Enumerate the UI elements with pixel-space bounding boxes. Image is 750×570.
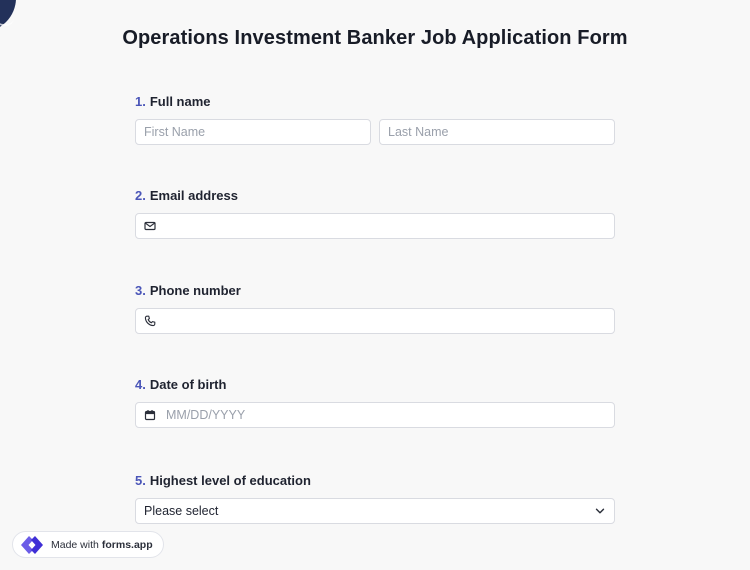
email-input[interactable] [135, 213, 615, 239]
chevron-down-icon [594, 505, 606, 517]
question-email: 2. Email address [135, 187, 615, 239]
made-with-badge[interactable]: Made with forms.app [12, 531, 164, 558]
question-phone: 3. Phone number [135, 282, 615, 334]
date-of-birth-input[interactable]: MM/DD/YYYY [135, 402, 615, 428]
question-text: Highest level of education [149, 473, 311, 488]
phone-icon [144, 315, 156, 327]
date-placeholder: MM/DD/YYYY [166, 408, 246, 422]
question-label: 3. Phone number [135, 282, 615, 300]
last-name-placeholder: Last Name [388, 125, 449, 139]
question-label: 1. Full name [135, 93, 615, 111]
question-number: 4. [135, 377, 146, 392]
education-selected-value: Please select [144, 504, 219, 518]
envelope-icon [144, 220, 156, 232]
question-text: Email address [149, 188, 238, 203]
question-education: 5. Highest level of education Please sele… [135, 472, 615, 524]
question-text: Full name [149, 94, 211, 109]
question-date-of-birth: 4. Date of birth MM/DD/YYYY [135, 376, 615, 428]
page-title: Operations Investment Banker Job Applica… [122, 27, 628, 49]
first-name-placeholder: First Name [144, 125, 206, 139]
question-number: 1. [135, 94, 146, 109]
calendar-icon [144, 409, 156, 421]
badge-brand: forms.app [101, 538, 153, 551]
question-number: 5. [135, 473, 146, 488]
question-full-name: 1. Full name First Name Last Name [135, 93, 615, 145]
last-name-input[interactable]: Last Name [379, 119, 615, 145]
question-text: Phone number [149, 283, 241, 298]
question-label: 4. Date of birth [135, 376, 615, 394]
question-number: 3. [135, 283, 146, 298]
first-name-input[interactable]: First Name [135, 119, 371, 145]
forms-app-logo-icon [19, 534, 45, 556]
question-text: Date of birth [149, 377, 227, 392]
education-select[interactable]: Please select [135, 498, 615, 524]
question-label: 5. Highest level of education [135, 472, 615, 490]
phone-input[interactable] [135, 308, 615, 334]
badge-prefix: Made with [51, 538, 99, 551]
question-number: 2. [135, 188, 146, 203]
question-label: 2. Email address [135, 187, 615, 205]
